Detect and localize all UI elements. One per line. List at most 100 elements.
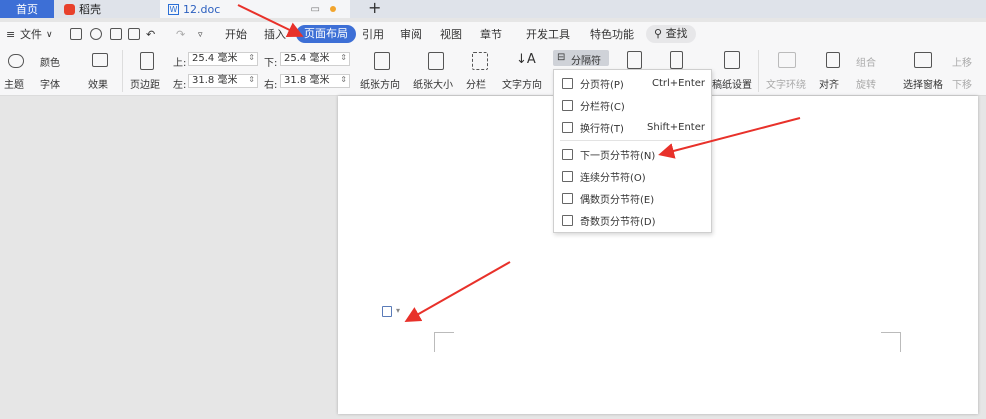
font-button[interactable]: 字体 xyxy=(40,76,60,91)
page-border-icon[interactable] xyxy=(627,51,642,69)
orientation-icon[interactable] xyxy=(374,52,390,70)
menu-bar: ≡ 文件 ∨ ↶ ↷ ▿ 开始 插入 页面布局 引用 审阅 视图 章节 开发工具… xyxy=(0,22,986,46)
tab-home[interactable]: 首页 xyxy=(0,0,54,18)
menu-review[interactable]: 审阅 xyxy=(400,26,422,44)
menu-item-odd-page-section-break[interactable]: 奇数页分节符(D) xyxy=(554,209,711,231)
effects-icon[interactable] xyxy=(92,53,108,67)
top-margin-field[interactable]: 25.4 毫米 ⇕ xyxy=(188,52,258,66)
text-wrap-icon[interactable] xyxy=(778,52,796,68)
theme-palette-icon[interactable] xyxy=(8,54,24,68)
margin-corner-mark xyxy=(881,332,901,352)
menu-insert[interactable]: 插入 xyxy=(264,26,286,44)
effects-button[interactable]: 效果 xyxy=(88,76,108,91)
print-preview-icon[interactable] xyxy=(128,28,140,40)
menu-item-next-page-section-break[interactable]: 下一页分节符(N) xyxy=(554,143,711,165)
odd-page-section-icon xyxy=(562,214,573,226)
group-button[interactable]: 组合 xyxy=(856,54,876,69)
tab-bar: 首页 稻壳 W 12.doc ▭ + xyxy=(0,0,986,18)
menu-page-layout[interactable]: 页面布局 xyxy=(296,25,356,43)
text-direction-button[interactable]: 文字方向 xyxy=(502,76,542,91)
search-button[interactable]: ⚲ 查找 xyxy=(646,25,696,43)
menu-item-column-break[interactable]: 分栏符(C) xyxy=(554,94,711,116)
page-background-icon[interactable] xyxy=(670,51,683,69)
menu-item-label: 下一页分节符(N) xyxy=(580,150,656,162)
align-button[interactable]: 对齐 xyxy=(819,76,839,91)
ribbon: 主题 颜色 字体 效果 页边距 上: 25.4 毫米 ⇕ 下: 25.4 毫米 ⇕ … xyxy=(0,46,986,96)
menu-features[interactable]: 特色功能 xyxy=(590,26,634,44)
right-margin-field[interactable]: 31.8 毫米 ⇕ xyxy=(280,74,350,88)
rotate-button[interactable]: 旋转 xyxy=(856,76,876,91)
right-margin-label: 右: xyxy=(264,80,278,91)
menu-view[interactable]: 视图 xyxy=(440,26,462,44)
move-down-button[interactable]: 下移 xyxy=(952,76,972,91)
daoke-logo-icon xyxy=(64,3,75,15)
paper-size-button[interactable]: 纸张大小 xyxy=(413,76,453,91)
left-margin-field[interactable]: 31.8 毫米 ⇕ xyxy=(188,74,258,88)
color-button[interactable]: 颜色 xyxy=(40,54,60,69)
menu-start[interactable]: 开始 xyxy=(225,26,247,44)
menu-item-line-break[interactable]: 换行符(T) Shift+Enter xyxy=(554,116,711,138)
menu-item-label: 奇数页分节符(D) xyxy=(580,216,656,228)
new-tab-button[interactable]: + xyxy=(368,0,381,18)
divider xyxy=(758,50,759,92)
menu-chapter[interactable]: 章节 xyxy=(480,26,502,44)
hamburger-icon[interactable]: ≡ xyxy=(6,26,15,44)
menu-item-label: 分栏符(C) xyxy=(580,101,625,113)
stepper-icon[interactable]: ⇕ xyxy=(340,74,347,86)
menu-item-continuous-section-break[interactable]: 连续分节符(O) xyxy=(554,165,711,187)
selection-pane-button[interactable]: 选择窗格 xyxy=(903,76,943,91)
tab-document-label: 12.doc xyxy=(183,2,221,16)
page-break-icon xyxy=(562,77,573,89)
chevron-down-icon[interactable]: ∨ xyxy=(46,26,53,44)
separator-dropdown-menu: 分页符(P) Ctrl+Enter 分栏符(C) 换行符(T) Shift+En… xyxy=(553,69,712,233)
stepper-icon[interactable]: ⇕ xyxy=(248,52,255,64)
orientation-button[interactable]: 纸张方向 xyxy=(360,76,400,91)
manuscript-icon[interactable] xyxy=(724,51,740,69)
text-wrap-button[interactable]: 文字环绕 xyxy=(766,76,806,91)
theme-button[interactable]: 主题 xyxy=(4,76,24,91)
menu-file[interactable]: 文件 xyxy=(20,26,42,44)
search-label: 查找 xyxy=(665,27,688,40)
tab-daoke-label: 稻壳 xyxy=(79,3,101,16)
menu-item-label: 连续分节符(O) xyxy=(580,172,646,184)
menu-developer[interactable]: 开发工具 xyxy=(526,26,570,44)
line-break-icon xyxy=(562,121,573,133)
menu-item-even-page-section-break[interactable]: 偶数页分节符(E) xyxy=(554,187,711,209)
margin-icon[interactable] xyxy=(140,52,154,70)
move-up-button[interactable]: 上移 xyxy=(952,54,972,69)
menu-reference[interactable]: 引用 xyxy=(362,26,384,44)
margin-button[interactable]: 页边距 xyxy=(130,76,160,91)
undo-icon[interactable]: ↶ xyxy=(146,26,155,44)
print-icon[interactable] xyxy=(110,28,122,40)
unsaved-dot-icon xyxy=(330,6,336,12)
text-direction-icon[interactable]: ↓A xyxy=(516,52,536,67)
top-margin-label: 上: xyxy=(173,58,187,69)
quick-access-more-icon[interactable]: ▿ xyxy=(198,26,203,44)
next-page-section-icon xyxy=(562,148,573,160)
menu-divider xyxy=(560,140,705,141)
menu-item-page-break[interactable]: 分页符(P) Ctrl+Enter xyxy=(554,72,711,94)
selection-pane-icon[interactable] xyxy=(914,52,932,68)
chevron-down-icon[interactable]: ▾ xyxy=(396,306,400,315)
separator-icon[interactable]: ⊟ xyxy=(557,52,565,63)
paper-size-icon[interactable] xyxy=(428,52,444,70)
save-icon[interactable] xyxy=(70,28,82,40)
stepper-icon[interactable]: ⇕ xyxy=(248,74,255,86)
export-pdf-icon[interactable] xyxy=(90,28,102,40)
bottom-margin-field[interactable]: 25.4 毫米 ⇕ xyxy=(280,52,350,66)
menu-item-label: 换行符(T) xyxy=(580,123,624,135)
manuscript-button[interactable]: 稿纸设置 xyxy=(712,76,752,91)
columns-button[interactable]: 分栏 xyxy=(466,76,486,91)
left-margin-label: 左: xyxy=(173,80,187,91)
pin-icon[interactable]: ▭ xyxy=(311,4,320,15)
tab-document[interactable]: W 12.doc ▭ xyxy=(160,0,350,18)
columns-icon[interactable] xyxy=(472,52,488,70)
separator-button[interactable]: 分隔符 xyxy=(571,52,601,67)
paste-options-icon[interactable] xyxy=(382,306,392,317)
align-icon[interactable] xyxy=(826,52,840,68)
redo-icon[interactable]: ↷ xyxy=(176,26,185,44)
top-margin-value: 25.4 毫米 xyxy=(192,53,238,64)
tab-daoke[interactable]: 稻壳 xyxy=(56,0,156,18)
stepper-icon[interactable]: ⇕ xyxy=(340,52,347,64)
word-doc-icon: W xyxy=(168,3,179,15)
